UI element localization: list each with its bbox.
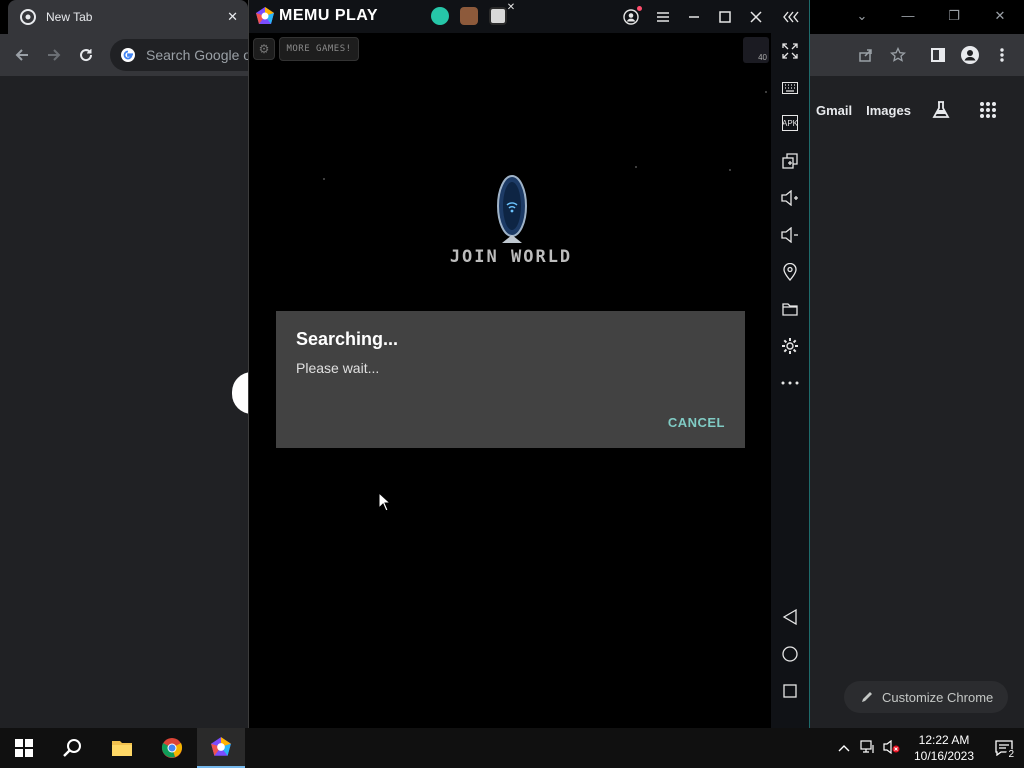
more-icon[interactable]	[780, 373, 800, 393]
settings-icon[interactable]	[780, 336, 800, 356]
chrome-tab-close-icon[interactable]: ✕	[227, 9, 238, 25]
minimize-icon[interactable]	[684, 7, 704, 27]
chrome-tab-new-tab[interactable]: New Tab ✕	[8, 0, 248, 34]
app-tab-close-icon[interactable]: ✕	[505, 1, 517, 13]
windows-taskbar: 12:22 AM 10/16/2023 2	[0, 728, 1024, 768]
folder-icon[interactable]	[780, 299, 800, 319]
forward-icon[interactable]	[44, 45, 64, 65]
mouse-cursor-icon	[378, 491, 392, 512]
apk-icon[interactable]: APK	[782, 115, 798, 131]
star	[729, 169, 731, 171]
chrome-favicon-icon	[20, 9, 36, 25]
side-panel-icon[interactable]	[928, 45, 948, 65]
chrome-tab-title: New Tab	[46, 10, 93, 24]
desktop: New Tab ✕ ⌄ — ❐ ✕ Search Google or Gmail…	[0, 0, 1024, 768]
more-games-button[interactable]: MORE GAMES!	[279, 37, 359, 61]
images-link[interactable]: Images	[866, 103, 911, 118]
join-world-label[interactable]: JOIN WORLD	[429, 247, 593, 267]
pencil-icon	[860, 690, 874, 704]
game-settings-gear-icon[interactable]: ⚙	[253, 38, 275, 60]
star	[323, 178, 325, 180]
volume-down-icon[interactable]	[780, 225, 800, 245]
labs-flask-icon[interactable]	[931, 100, 951, 120]
memu-logo-icon	[255, 6, 275, 26]
memu-taskbar-icon[interactable]	[197, 728, 245, 768]
taskbar-search-icon[interactable]	[48, 728, 96, 768]
star	[765, 91, 767, 93]
chrome-taskbar-icon[interactable]	[148, 728, 196, 768]
share-icon[interactable]	[856, 45, 876, 65]
dialog-message: Please wait...	[296, 360, 380, 376]
menu-icon[interactable]	[653, 7, 673, 27]
volume-up-icon[interactable]	[780, 188, 800, 208]
chrome-tab-search-icon[interactable]: ⌄	[852, 6, 872, 26]
dialog-title: Searching...	[296, 329, 399, 349]
memu-sidebar: APK	[771, 33, 809, 728]
omnibox-placeholder: Search Google or	[146, 47, 256, 63]
fullscreen-icon[interactable]	[780, 41, 800, 61]
clock-date: 10/16/2023	[913, 749, 975, 763]
notification-dot	[637, 6, 642, 11]
chrome-restore-icon[interactable]: ❐	[944, 6, 964, 26]
bookmark-star-icon[interactable]	[888, 45, 908, 65]
keyboard-icon[interactable]	[780, 78, 800, 98]
android-back-icon[interactable]	[780, 607, 800, 627]
collapse-icon[interactable]	[781, 7, 801, 27]
portal-icon[interactable]	[493, 173, 531, 247]
corner-badge[interactable]: 40	[743, 37, 769, 63]
apps-grid-icon[interactable]	[979, 101, 997, 119]
maximize-icon[interactable]	[715, 7, 735, 27]
cancel-button[interactable]: CANCEL	[668, 415, 725, 430]
searching-dialog: Searching... Please wait... CANCEL	[276, 311, 745, 448]
system-tray: 12:22 AM 10/16/2023 2	[832, 728, 1024, 768]
google-g-icon	[120, 47, 136, 63]
chrome-minimize-icon[interactable]: —	[898, 6, 918, 26]
memu-titlebar: MEMU PLAY ✕	[249, 0, 809, 33]
ntp-links: Gmail Images	[816, 100, 997, 120]
file-explorer-icon[interactable]	[98, 728, 146, 768]
memu-window: MEMU PLAY ✕ ⚙ MORE GAMES! 40 JOIN WORLD …	[248, 0, 810, 728]
reload-icon[interactable]	[76, 45, 96, 65]
gmail-link[interactable]: Gmail	[816, 103, 852, 118]
game-screen[interactable]: ⚙ MORE GAMES! 40 JOIN WORLD Searching...…	[249, 33, 771, 728]
star	[635, 166, 637, 168]
close-icon[interactable]	[746, 7, 766, 27]
profile-icon[interactable]	[960, 45, 980, 65]
multi-window-icon[interactable]	[780, 151, 800, 171]
location-icon[interactable]	[780, 262, 800, 282]
android-recents-icon[interactable]	[780, 681, 800, 701]
back-icon[interactable]	[12, 45, 32, 65]
notification-count: 2	[1006, 749, 1016, 760]
memu-logo: MEMU PLAY	[255, 6, 378, 26]
customize-chrome-button[interactable]: Customize Chrome	[844, 681, 1008, 713]
chrome-close-icon[interactable]: ✕	[990, 6, 1010, 26]
notification-center-icon[interactable]: 2	[984, 728, 1024, 768]
network-icon[interactable]	[856, 739, 880, 757]
clock-time: 12:22 AM	[918, 733, 970, 747]
corner-badge-count: 40	[758, 53, 767, 62]
app-tab-1-icon[interactable]	[431, 7, 449, 25]
customize-chrome-label: Customize Chrome	[882, 689, 994, 705]
memu-brand: MEMU PLAY	[279, 7, 379, 24]
chrome-menu-icon[interactable]	[992, 45, 1012, 65]
taskbar-clock[interactable]: 12:22 AM 10/16/2023	[904, 732, 984, 764]
app-tab-2-icon[interactable]	[460, 7, 478, 25]
android-home-icon[interactable]	[780, 644, 800, 664]
tray-overflow-icon[interactable]	[832, 741, 856, 755]
volume-muted-icon[interactable]	[880, 739, 904, 757]
windows-start-icon[interactable]	[0, 728, 48, 768]
